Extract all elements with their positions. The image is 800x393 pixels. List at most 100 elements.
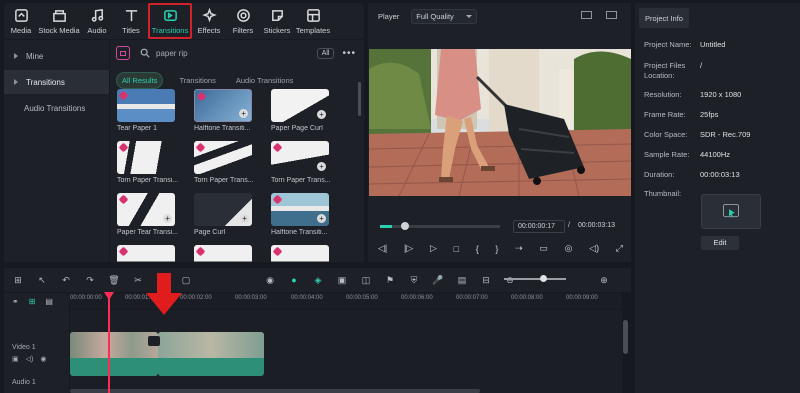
zoom-slider-knob[interactable] bbox=[540, 275, 547, 282]
transition-card[interactable]: + Paper Tear Transi... bbox=[117, 193, 178, 236]
timeline-vertical-scrollbar[interactable] bbox=[623, 320, 628, 354]
delete-icon[interactable]: 🗑 bbox=[108, 275, 120, 286]
microphone-icon[interactable]: 🎤 bbox=[432, 275, 444, 286]
transition-card[interactable]: + Halftone Transiti... bbox=[271, 193, 331, 236]
marker-icon[interactable]: ⚑ bbox=[384, 275, 396, 286]
add-icon[interactable]: + bbox=[240, 214, 249, 223]
redo-icon[interactable]: ↷ bbox=[84, 275, 96, 286]
zoom-fit-icon[interactable]: ⊟ bbox=[480, 275, 492, 286]
premium-icon bbox=[272, 194, 283, 205]
timeline-horizontal-scrollbar[interactable] bbox=[70, 389, 480, 393]
sidebar-item-audio-transitions[interactable]: Audio Transitions bbox=[4, 96, 109, 120]
split-icon[interactable]: ✂ bbox=[132, 275, 144, 286]
link-icon[interactable]: ⚭ bbox=[12, 297, 19, 306]
toolbar-stock-media[interactable]: Stock Media bbox=[38, 3, 80, 39]
export-range-icon[interactable]: ⇢ bbox=[515, 243, 523, 254]
select-tool-icon[interactable]: ↖ bbox=[36, 275, 48, 286]
shield-icon[interactable]: ⛨ bbox=[408, 275, 420, 286]
toolbar-transitions[interactable]: Transitions bbox=[148, 3, 192, 39]
playback-progress[interactable] bbox=[380, 222, 500, 230]
mark-in-icon[interactable]: { bbox=[476, 244, 479, 254]
filter-audio-transitions[interactable]: Audio Transitions bbox=[232, 73, 298, 88]
transition-library: paper rip All ••• All Results Transition… bbox=[110, 40, 364, 262]
audio-mix-icon[interactable]: ▤ bbox=[456, 275, 468, 286]
toolbar-media[interactable]: Media bbox=[4, 3, 38, 39]
video-clip[interactable] bbox=[158, 332, 264, 376]
display-icon[interactable]: ▭ bbox=[539, 243, 548, 254]
quality-dropdown[interactable]: Full Quality bbox=[411, 9, 477, 24]
toolbar-stickers[interactable]: Stickers bbox=[260, 3, 294, 39]
add-icon[interactable]: + bbox=[317, 162, 326, 171]
toolbar-templates[interactable]: Templates bbox=[294, 3, 332, 39]
transition-card[interactable] bbox=[271, 245, 331, 262]
filter-all-results[interactable]: All Results bbox=[116, 72, 164, 89]
transition-card[interactable]: Torn Paper Trans... bbox=[194, 141, 254, 184]
ai-tool-icon[interactable]: ◉ bbox=[264, 275, 276, 286]
toolbar-filters[interactable]: Filters bbox=[226, 3, 260, 39]
zoom-slider[interactable] bbox=[504, 275, 566, 282]
more-options-icon[interactable]: ••• bbox=[342, 48, 356, 59]
previous-frame-icon[interactable]: ◁| bbox=[378, 243, 387, 254]
search-input[interactable]: paper rip bbox=[140, 45, 317, 61]
add-icon[interactable]: + bbox=[317, 110, 326, 119]
edit-thumbnail-button[interactable]: Edit bbox=[701, 236, 739, 250]
transition-card[interactable]: Tear Paper 1 bbox=[117, 89, 177, 132]
media-toolbar: Media Stock Media Audio Titles Transitio… bbox=[4, 3, 364, 39]
play-icon[interactable]: ▷ bbox=[430, 243, 437, 254]
mark-out-icon[interactable]: } bbox=[495, 244, 498, 254]
zoom-out-icon[interactable]: ⊖ bbox=[504, 275, 516, 286]
transition-card[interactable]: + Page Curl bbox=[194, 193, 254, 236]
fullscreen-icon[interactable]: ⤢ bbox=[616, 243, 623, 254]
transition-card[interactable]: + Paper Page Curl bbox=[271, 89, 331, 132]
playhead[interactable] bbox=[108, 292, 110, 393]
track-manager-icon[interactable]: ▤ bbox=[45, 297, 53, 306]
layout-icon[interactable]: ⊞ bbox=[12, 275, 24, 286]
sidebar-item-transitions[interactable]: Transitions bbox=[4, 70, 109, 94]
next-frame-icon[interactable]: |▷ bbox=[404, 243, 413, 254]
transition-card[interactable] bbox=[194, 245, 254, 262]
snap-icon[interactable]: ◈ bbox=[312, 275, 324, 286]
pip-icon[interactable]: ◫ bbox=[360, 275, 372, 286]
eye-icon[interactable]: ◉ bbox=[40, 355, 46, 363]
add-icon[interactable]: + bbox=[163, 214, 172, 223]
undo-icon[interactable]: ↶ bbox=[60, 275, 72, 286]
zoom-in-icon[interactable]: ⊕ bbox=[598, 275, 610, 286]
library-scrollbar[interactable] bbox=[358, 82, 361, 116]
mute-icon[interactable]: ◁) bbox=[26, 355, 34, 363]
video-preview[interactable] bbox=[369, 49, 631, 196]
sidebar-item-mine[interactable]: Mine bbox=[4, 44, 109, 68]
transition-marker[interactable] bbox=[148, 336, 160, 346]
premium-icon bbox=[196, 91, 207, 102]
filter-transitions[interactable]: Transitions bbox=[175, 73, 219, 88]
video-clip[interactable] bbox=[70, 332, 158, 376]
transition-card[interactable]: Torn Paper Transi... bbox=[117, 141, 178, 184]
progress-knob[interactable] bbox=[401, 222, 409, 230]
grid-view-icon[interactable] bbox=[581, 11, 592, 19]
transition-card[interactable]: + Halftone Transiti... bbox=[194, 89, 254, 132]
video-editor-window: Media Stock Media Audio Titles Transitio… bbox=[0, 0, 800, 393]
add-track-icon[interactable]: ⊞ bbox=[29, 297, 36, 306]
toolbar-titles[interactable]: Titles bbox=[114, 3, 148, 39]
stop-icon[interactable]: □ bbox=[454, 244, 459, 254]
ruler-tick-label: 00:00:06:00 bbox=[401, 295, 433, 301]
category-sidebar: Mine Transitions Audio Transitions bbox=[4, 40, 109, 262]
preview-frame bbox=[369, 49, 631, 196]
tab-project-info[interactable]: Project Info bbox=[639, 8, 689, 28]
render-icon[interactable]: ▣ bbox=[336, 275, 348, 286]
volume-icon[interactable]: ◁) bbox=[589, 243, 599, 254]
snapshot-view-icon[interactable] bbox=[606, 11, 617, 19]
info-label: Thumbnail: bbox=[644, 189, 682, 198]
favorites-button[interactable] bbox=[116, 46, 130, 60]
filter-all-dropdown[interactable]: All bbox=[316, 47, 335, 59]
add-icon[interactable]: + bbox=[239, 109, 248, 118]
snapshot-icon[interactable]: ◎ bbox=[565, 243, 573, 254]
transition-card[interactable]: + Torn Paper Trans... bbox=[271, 141, 331, 184]
lock-icon[interactable]: ▣ bbox=[12, 355, 19, 363]
add-icon[interactable]: + bbox=[317, 214, 326, 223]
record-icon[interactable]: ● bbox=[288, 275, 300, 285]
toolbar-effects[interactable]: Effects bbox=[192, 3, 226, 39]
timecode-separator: / bbox=[568, 222, 570, 229]
clip-filmstrip bbox=[70, 332, 158, 358]
transition-card[interactable] bbox=[117, 245, 177, 262]
toolbar-audio[interactable]: Audio bbox=[80, 3, 114, 39]
